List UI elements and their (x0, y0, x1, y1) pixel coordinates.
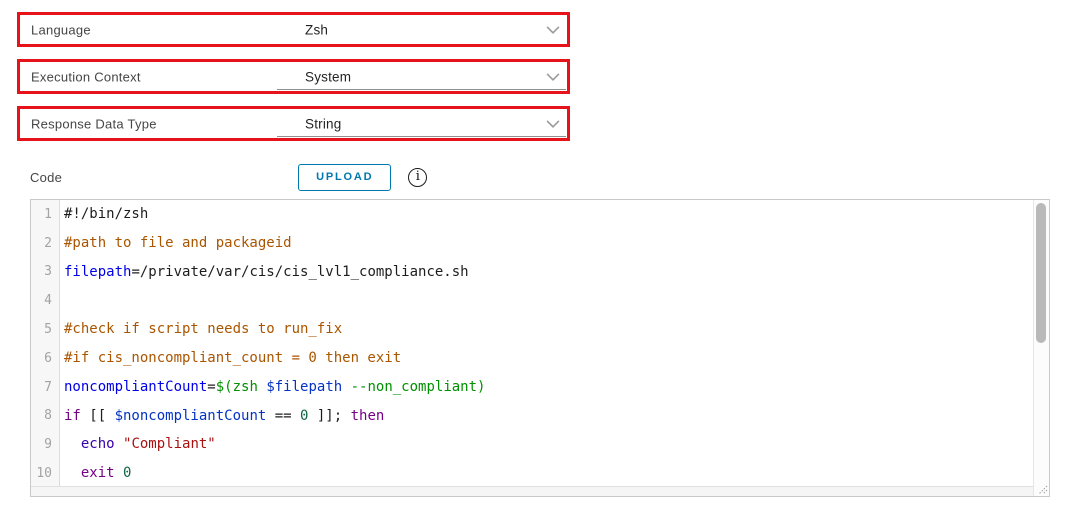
execution-context-value: System (305, 69, 352, 84)
response-data-type-label: Response Data Type (31, 116, 157, 131)
code-editor[interactable]: 1 #!/bin/zsh 2 #path to file and packageid 3… (30, 199, 1050, 497)
horizontal-scrollbar[interactable] (31, 486, 1033, 496)
code-line: 3 filepath=/private/var/cis/cis_lvl1_comp… (31, 257, 1033, 287)
language-value: Zsh (305, 22, 329, 37)
script-editor-page: Language Zsh Execution Context System Re… (0, 0, 1077, 526)
line-number: 2 (31, 228, 60, 258)
code-line: 1 #!/bin/zsh (31, 200, 1033, 229)
execution-context-select[interactable]: System (277, 62, 566, 91)
code-line: 8 if [[ $noncompliantCount == 0 ]]; then (31, 401, 1033, 431)
code-editor-lines[interactable]: 1 #!/bin/zsh 2 #path to file and packageid 3… (31, 200, 1033, 486)
line-number: 8 (31, 401, 60, 431)
code-line-text: exit 0 (80, 465, 132, 482)
line-number: 4 (31, 286, 60, 316)
line-number: 10 (31, 459, 60, 486)
code-line-text: echo "Compliant" (80, 436, 216, 453)
line-number: 9 (31, 430, 60, 460)
resize-grip-icon[interactable] (1035, 482, 1048, 495)
form-fields: Language Zsh Execution Context System Re… (17, 0, 1077, 141)
code-line-text: if [[ $noncompliantCount == 0 ]]; then (64, 407, 385, 424)
code-line: 6 #if cis_noncompliant_count = 0 then exi… (31, 343, 1033, 373)
code-line-text: #if cis_noncompliant_count = 0 then exit (64, 349, 402, 366)
chevron-down-icon (546, 72, 560, 81)
vertical-scrollbar-thumb[interactable] (1036, 203, 1046, 343)
line-number: 6 (31, 343, 60, 373)
response-data-type-select[interactable]: String (277, 109, 566, 138)
line-number: 1 (31, 200, 60, 229)
vertical-scrollbar[interactable] (1033, 200, 1049, 496)
code-line: 7 noncompliantCount=$(zsh $filepath --non… (31, 372, 1033, 402)
line-number: 5 (31, 315, 60, 344)
language-select[interactable]: Zsh (277, 15, 566, 44)
field-row-response-data-type: Response Data Type String (17, 106, 570, 141)
info-icon[interactable]: i (408, 167, 428, 187)
line-number: 3 (31, 257, 60, 287)
code-line: 5 #check if script needs to run_fix (31, 315, 1033, 344)
code-line: 9 echo "Compliant" (31, 430, 1033, 460)
code-line-text: filepath=/private/var/cis/cis_lvl1_compl… (64, 263, 469, 280)
upload-button[interactable]: UPLOAD (298, 163, 392, 191)
chevron-down-icon (546, 119, 560, 128)
code-header-row: Code UPLOAD i (30, 163, 1077, 191)
code-line: 4 (31, 286, 1033, 316)
code-line-text: #!/bin/zsh (64, 206, 149, 222)
chevron-down-icon (546, 25, 560, 34)
field-row-language: Language Zsh (17, 12, 570, 47)
execution-context-label: Execution Context (31, 69, 141, 84)
code-line: 2 #path to file and packageid (31, 228, 1033, 258)
code-line: 10 exit 0 (31, 459, 1033, 486)
response-data-type-value: String (305, 116, 342, 131)
line-number: 7 (31, 372, 60, 402)
code-line-text: #path to file and packageid (64, 234, 292, 251)
code-label: Code (30, 169, 63, 185)
code-line-text: #check if script needs to run_fix (64, 321, 343, 338)
language-label: Language (31, 22, 91, 37)
field-row-execution-context: Execution Context System (17, 59, 570, 94)
code-line-text: noncompliantCount=$(zsh $filepath --non_… (64, 378, 486, 395)
